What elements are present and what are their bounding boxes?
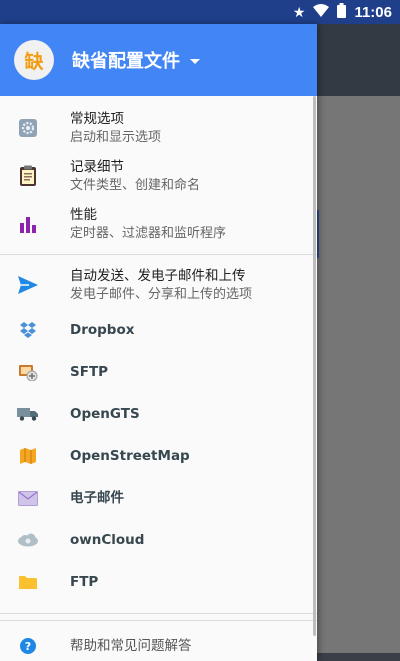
- cloud-icon: [16, 528, 40, 552]
- clock: 11:06: [354, 4, 392, 21]
- profile-name[interactable]: 缺省配置文件: [72, 47, 180, 73]
- avatar[interactable]: 缺: [14, 40, 54, 80]
- gear-icon: [16, 116, 40, 140]
- svg-text:?: ?: [25, 640, 31, 653]
- menu-item-subtitle: 定时器、过滤器和监听程序: [70, 226, 227, 241]
- menu-item-logging[interactable]: 记录细节 文件类型、创建和命名: [0, 152, 317, 200]
- menu-item-title: 性能: [70, 207, 97, 223]
- menu-item-email[interactable]: 电子邮件: [0, 477, 317, 519]
- wifi-icon: [313, 3, 330, 22]
- star-icon: ★: [292, 4, 306, 21]
- battery-icon: [337, 3, 347, 22]
- menu-item-performance[interactable]: 性能 定时器、过滤器和监听程序: [0, 200, 317, 248]
- menu-item-label: SFTP: [70, 363, 109, 380]
- menu-item-owncloud[interactable]: ownCloud: [0, 519, 317, 561]
- divider: [0, 254, 317, 255]
- divider: [0, 620, 317, 621]
- menu-item-label: FTP: [70, 573, 99, 590]
- drawer-header[interactable]: 缺 缺省配置文件: [0, 24, 317, 96]
- chevron-down-icon[interactable]: [190, 58, 200, 64]
- menu-item-subtitle: 发电子邮件、分享和上传的选项: [70, 287, 253, 302]
- menu-item-label: ownCloud: [70, 531, 145, 548]
- menu-item-subtitle: 启动和显示选项: [70, 130, 162, 145]
- menu-item-title: 常规选项: [70, 111, 124, 127]
- menu-item-subtitle: 文件类型、创建和命名: [70, 178, 201, 193]
- folder-icon: [16, 570, 40, 594]
- menu-item-general[interactable]: 常规选项 启动和显示选项: [0, 104, 317, 152]
- menu-item-help[interactable]: ? 帮助和常见问题解答: [0, 627, 317, 661]
- server-icon: [16, 360, 40, 384]
- status-bar: ★ 11:06: [0, 0, 400, 24]
- menu-item-label: 电子邮件: [70, 489, 124, 506]
- help-icon: ?: [16, 634, 40, 658]
- navigation-drawer: 缺 缺省配置文件 常规选项 启动和显示选项 记录细节 文件类型、创建和命名 性能…: [0, 24, 317, 661]
- bar-chart-icon: [16, 212, 40, 236]
- menu-item-title: 自动发送、发电子邮件和上传: [70, 268, 246, 284]
- clipboard-icon: [16, 164, 40, 188]
- menu-item-title: 记录细节: [70, 159, 124, 175]
- envelope-icon: [16, 486, 40, 510]
- menu-item-label: Dropbox: [70, 321, 135, 338]
- menu-item-openstreetmap[interactable]: OpenStreetMap: [0, 435, 317, 477]
- menu-item-opengts[interactable]: OpenGTS: [0, 393, 317, 435]
- menu-item-label: 帮助和常见问题解答: [70, 637, 192, 654]
- dropbox-icon: [16, 318, 40, 342]
- truck-icon: [16, 402, 40, 426]
- send-icon: [16, 273, 40, 297]
- menu-item-sftp[interactable]: SFTP: [0, 351, 317, 393]
- divider: [0, 613, 317, 614]
- menu-item-autosend[interactable]: 自动发送、发电子邮件和上传 发电子邮件、分享和上传的选项: [0, 261, 317, 309]
- app-bottom-bar: [316, 653, 400, 661]
- menu-item-label: OpenGTS: [70, 405, 140, 422]
- scrollbar[interactable]: [313, 96, 316, 636]
- menu-item-label: OpenStreetMap: [70, 447, 190, 464]
- menu-item-dropbox[interactable]: Dropbox: [0, 309, 317, 351]
- map-icon: [16, 444, 40, 468]
- menu-item-ftp[interactable]: FTP: [0, 561, 317, 603]
